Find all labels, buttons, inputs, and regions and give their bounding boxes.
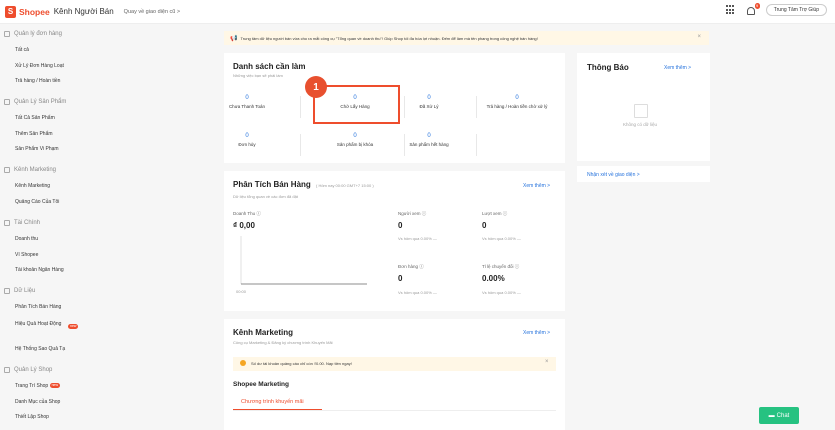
todo-subtitle: Những việc bạn sẽ phải làm xyxy=(233,73,283,78)
divider xyxy=(476,96,477,118)
announcements-more-link[interactable]: Xem thêm > xyxy=(664,65,691,71)
step-marker: 1 xyxy=(305,76,327,98)
stat-pending-returns[interactable]: 0 Trả hàng / Hoàn tiền chờ xử lý xyxy=(472,95,562,109)
conversion-label: Tỉ lệ chuyển đổi ⓘ xyxy=(482,264,520,269)
chat-icon: ▬ xyxy=(768,412,775,419)
conversion-compare: Vs hôm qua 0.00% — xyxy=(482,290,521,295)
sidebar-section-finance[interactable]: Tài Chính xyxy=(4,220,40,226)
marketing-title: Kênh Marketing xyxy=(233,328,294,337)
sidebar-item-shop-decoration[interactable]: Trang Trí Shop new xyxy=(15,383,60,389)
stat-unpaid[interactable]: 0 Chưa Thanh Toán xyxy=(202,95,292,109)
sidebar-item-violating-products[interactable]: Sản Phẩm Vi Phạm xyxy=(15,146,59,152)
sidebar-item-bulk-processing[interactable]: Xử Lý Đơn Hàng Loạt xyxy=(15,63,64,69)
orders-compare: Vs hôm qua 0.00% — xyxy=(398,290,437,295)
sidebar-section-data[interactable]: Dữ Liệu xyxy=(4,288,35,294)
logo-text: Shopee xyxy=(19,6,50,17)
sidebar-item-add-product[interactable]: Thêm Sản Phẩm xyxy=(15,131,53,137)
chart-icon xyxy=(4,288,10,294)
store-icon xyxy=(4,367,10,373)
sidebar-item-marketing-channel[interactable]: Kênh Marketing xyxy=(15,183,50,189)
conversion-value: 0.00% xyxy=(482,274,505,283)
stat-out-of-stock[interactable]: 0 Sản phẩm hết hàng xyxy=(384,133,474,147)
sidebar-section-shop[interactable]: Quản Lý Shop xyxy=(4,367,52,373)
notification-badge: 9 xyxy=(754,3,760,9)
feedback-link[interactable]: Nhận xét về giao diện > xyxy=(587,172,640,178)
sidebar-item-rating-system[interactable]: Hệ Thống Sao Quả Tạ xyxy=(15,346,65,352)
sidebar-section-products[interactable]: Quản Lý Sản Phẩm xyxy=(4,99,66,105)
revenue-value: ₫ 0,00 xyxy=(233,221,255,230)
tab-promotions[interactable]: Chương trình khuyến mãi xyxy=(241,399,304,405)
sidebar-item-my-ads[interactable]: Quảng Cáo Của Tôi xyxy=(15,199,59,205)
orders-label: Đơn hàng ⓘ xyxy=(398,264,424,269)
ad-balance-text: Số dư tài khoản quảng cáo chỉ còn ₫0.00.… xyxy=(251,361,352,366)
divider xyxy=(404,134,405,156)
visitors-compare: Vs hôm qua 0.00% — xyxy=(398,236,437,241)
sidebar-item-shopee-wallet[interactable]: Ví Shopee xyxy=(15,252,38,258)
back-to-old-ui-link[interactable]: Quay về giao diện cũ > xyxy=(124,9,180,15)
tab-divider xyxy=(233,410,556,411)
sidebar-item-operational-efficiency[interactable]: Hiệu Quả Hoạt Động xyxy=(15,320,75,328)
notification-bell-icon[interactable]: 9 xyxy=(746,3,760,15)
wallet-icon xyxy=(4,220,10,226)
shopee-logo[interactable]: S Shopee Kênh Người Bán xyxy=(5,5,114,18)
analytics-title: Phân Tích Bán Hàng xyxy=(233,180,311,189)
portal-name: Kênh Người Bán xyxy=(53,7,114,16)
chat-button[interactable]: ▬ Chat xyxy=(759,407,799,424)
marketing-subtitle: Công cụ Marketing & Đăng ký chương trình… xyxy=(233,340,333,345)
divider xyxy=(300,134,301,156)
megaphone-icon: 📢 xyxy=(230,35,238,42)
divider xyxy=(404,96,405,118)
clipboard-icon xyxy=(4,31,10,37)
empty-box-icon xyxy=(634,104,648,118)
sidebar-item-shop-settings[interactable]: Thiết Lập Shop xyxy=(15,414,49,420)
divider xyxy=(300,96,301,118)
shopee-marketing-title: Shopee Marketing xyxy=(233,381,289,388)
analytics-time-note: ( Hôm nay 00:00 GMT+7 15:00 ) xyxy=(316,183,374,188)
views-value: 0 xyxy=(482,221,487,230)
new-badge: new xyxy=(49,383,60,389)
views-label: Lượt xem ⓘ xyxy=(482,211,508,216)
notice-banner: 📢 Trung tâm dữ liệu người bán vừa cho ra… xyxy=(224,31,709,45)
views-compare: Vs hôm qua 0.00% — xyxy=(482,236,521,241)
revenue-chart xyxy=(240,236,367,285)
sidebar-item-revenue[interactable]: Doanh thu xyxy=(15,236,38,242)
sidebar-section-orders[interactable]: Quản lý đơn hàng xyxy=(4,31,62,37)
marketing-more-link[interactable]: Xem thêm > xyxy=(523,330,550,336)
sidebar-item-all-orders[interactable]: Tất cả xyxy=(15,47,29,53)
apps-grid-icon[interactable] xyxy=(725,5,736,15)
shopee-bag-icon: S xyxy=(5,5,16,18)
sidebar-section-marketing[interactable]: Kênh Marketing xyxy=(4,167,56,173)
notice-text: Trung tâm dữ liệu người bán vừa cho ra m… xyxy=(240,35,538,41)
sidebar: Quản lý đơn hàng Tất cả Xử Lý Đơn Hàng L… xyxy=(0,25,205,430)
close-icon[interactable]: × xyxy=(545,359,549,365)
help-center-button[interactable]: Trung Tâm Trợ Giúp xyxy=(765,4,827,16)
box-icon xyxy=(4,99,10,105)
close-icon[interactable]: × xyxy=(697,34,701,40)
todo-title: Danh sách cần làm xyxy=(233,62,306,71)
analytics-more-link[interactable]: Xem thêm > xyxy=(523,183,550,189)
top-header: S Shopee Kênh Người Bán Quay về giao diệ… xyxy=(0,0,835,24)
announcements-title: Thông Báo xyxy=(587,63,629,72)
sidebar-item-shop-category[interactable]: Danh Mục của Shop xyxy=(15,399,60,405)
visitors-value: 0 xyxy=(398,221,403,230)
announcements-empty: Không có dữ liệu xyxy=(623,122,658,127)
sidebar-item-all-products[interactable]: Tất Cả Sản Phẩm xyxy=(15,115,55,121)
divider xyxy=(476,134,477,156)
sidebar-item-returns[interactable]: Trả hàng / Hoàn tiền xyxy=(15,78,60,84)
orders-value: 0 xyxy=(398,274,403,283)
visitors-label: Người xem ⓘ xyxy=(398,211,427,216)
revenue-label: Doanh Thu ⓘ xyxy=(233,211,261,216)
tag-icon xyxy=(4,167,10,173)
warning-icon xyxy=(240,360,246,366)
sidebar-item-bank-account[interactable]: Tài khoản Ngân Hàng xyxy=(15,267,64,273)
axis-start-label: 00:00 xyxy=(236,289,247,294)
stat-cancelled[interactable]: 0 Đơn hủy xyxy=(202,133,292,147)
analytics-subtitle: Dữ liệu tổng quan về các đơn đã đặt xyxy=(233,194,298,199)
sidebar-item-sales-analytics[interactable]: Phân Tích Bán Hàng xyxy=(15,304,61,310)
new-badge: new xyxy=(68,324,79,329)
